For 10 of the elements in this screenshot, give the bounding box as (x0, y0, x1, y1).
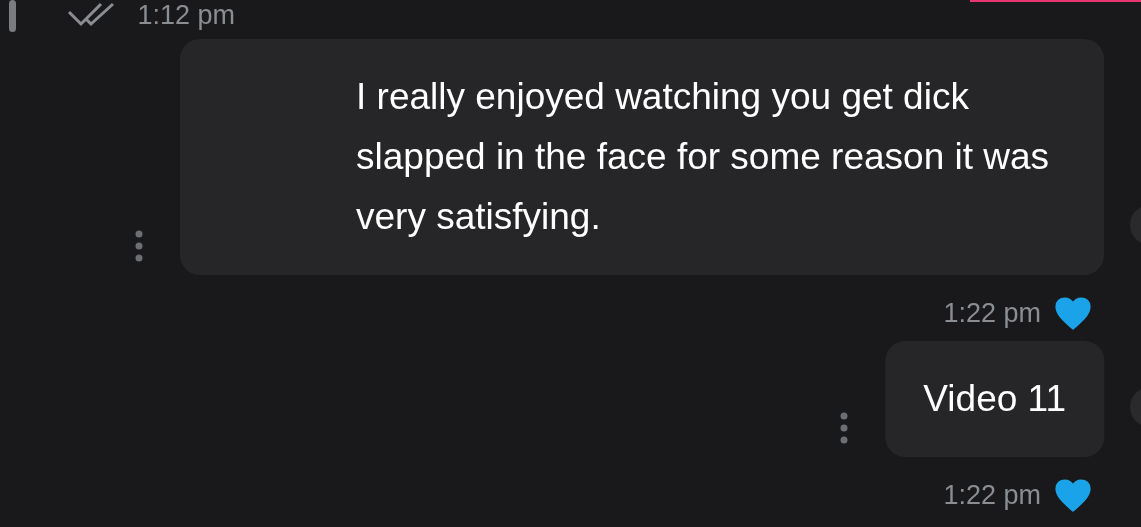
more-options-icon[interactable] (839, 411, 850, 445)
more-options-icon[interactable] (134, 229, 144, 263)
message-time: 1:12 pm (137, 0, 235, 31)
heart-icon[interactable] (1055, 296, 1091, 330)
scrollbar (9, 0, 16, 32)
message-bubble: Video 11 (885, 341, 1104, 457)
message-time: 1:22 pm (943, 479, 1041, 511)
heart-icon[interactable] (1055, 478, 1091, 512)
message-bubble: I really enjoyed watching you get dick slapped in the face for some reason it was very satisfying. (180, 39, 1104, 275)
message-time: 1:22 pm (943, 297, 1041, 329)
